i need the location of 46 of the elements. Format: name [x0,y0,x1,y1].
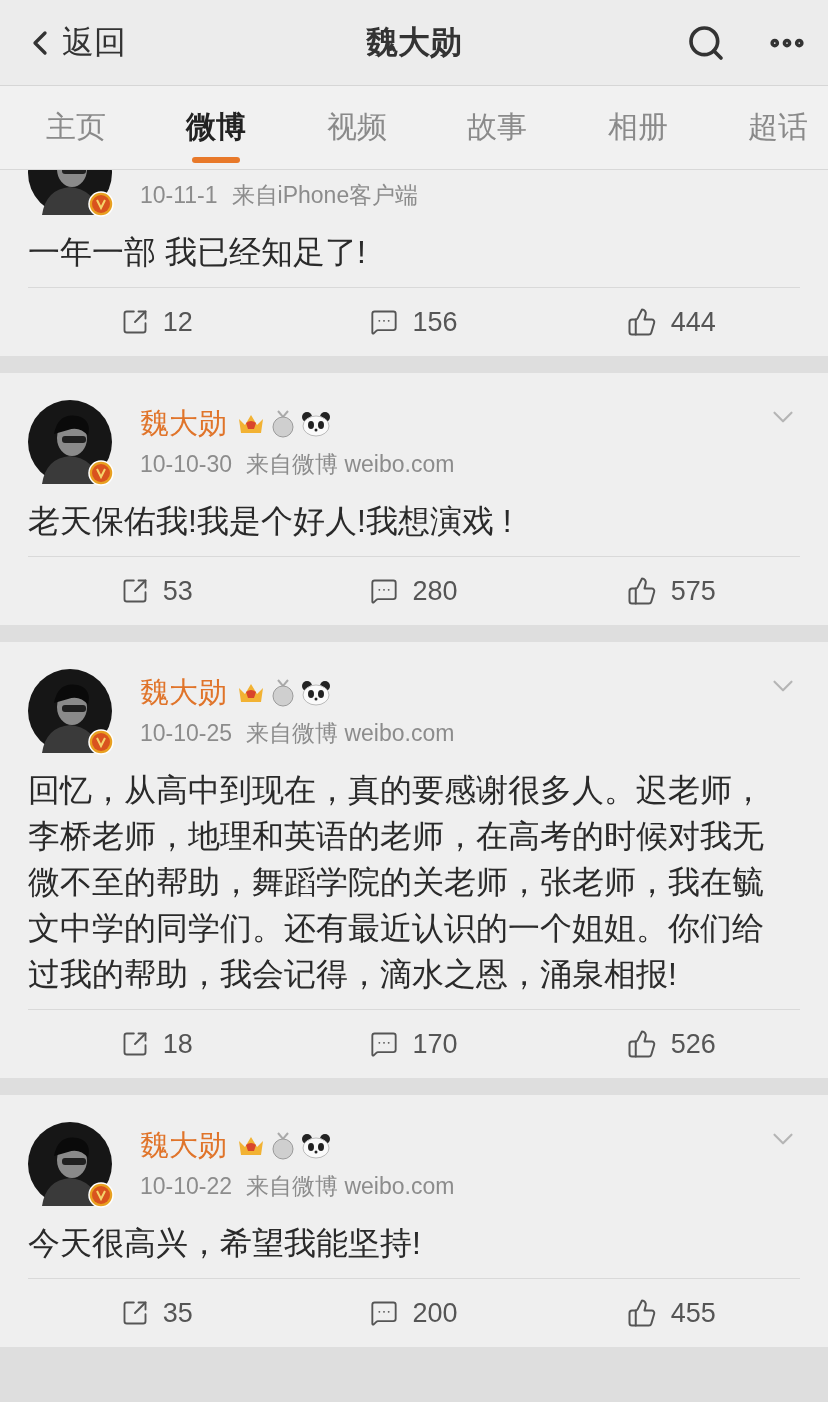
back-button[interactable]: 返回 [20,20,150,65]
medal-icon [271,679,295,707]
like-button[interactable]: 444 [542,288,800,356]
verified-badge-icon [88,1182,114,1208]
post-source: 来自iPhone客户端 [231,181,419,209]
tab-indicator [192,157,241,163]
verified-badge-icon [88,460,114,486]
medal-icon [271,1132,295,1160]
post-text: 回忆，从高中到现在，真的要感谢很多人。迟老师，李桥老师，地理和英语的老师，在高考的时候对我无微不至的帮助，舞蹈学院的关老师，张老师，我在毓文中学的同学们。还有最近认识的一个姐姐。你们给过我的帮助，我会记得，滴水之恩，涌泉相报! [27,771,765,994]
comment-button[interactable]: 200 [285,1279,543,1347]
post-source: 来自微博 weibo.com [246,719,455,747]
comment-button[interactable]: 280 [285,557,543,625]
like-button[interactable]: 575 [542,557,800,625]
comment-icon [370,1299,399,1327]
post-text: 一年一部 我已经知足了! [27,233,367,272]
panda-icon [301,411,331,437]
page-title: 魏大勋 [365,22,463,62]
post-time: 10-10-22 [140,1172,233,1200]
panda-icon [301,680,331,706]
medal-icon [271,410,295,438]
post-text: 今天很高兴，希望我能坚持! [27,1224,422,1263]
comment-icon [370,577,399,605]
thumbs-up-icon [626,576,657,606]
comment-icon [370,308,399,336]
like-button[interactable]: 526 [542,1010,800,1078]
thumbs-up-icon [626,1298,657,1328]
repost-button[interactable]: 35 [28,1279,286,1347]
thumbs-up-icon [626,307,657,337]
tab[interactable]: 微博 [186,86,247,169]
like-button[interactable]: 455 [542,1279,800,1347]
post-time: 10-10-25 [140,719,233,747]
post-time: 10-11-1 [140,181,218,209]
post-text: 老天保佑我!我是个好人!我想演戏 ! [27,502,513,541]
repost-button[interactable]: 53 [28,557,286,625]
comment-icon [370,1030,399,1058]
repost-button[interactable]: 12 [28,288,286,356]
repost-button[interactable]: 18 [28,1010,286,1078]
post-source: 来自微博 weibo.com [246,450,455,478]
thumbs-up-icon [626,1029,657,1059]
post-time: 10-10-30 [140,450,233,478]
post-source: 来自微博 weibo.com [246,1172,455,1200]
comment-button[interactable]: 156 [285,288,543,356]
panda-icon [301,1133,331,1159]
verified-badge-icon [88,191,114,217]
comment-button[interactable]: 170 [285,1010,543,1078]
verified-badge-icon [88,729,114,755]
